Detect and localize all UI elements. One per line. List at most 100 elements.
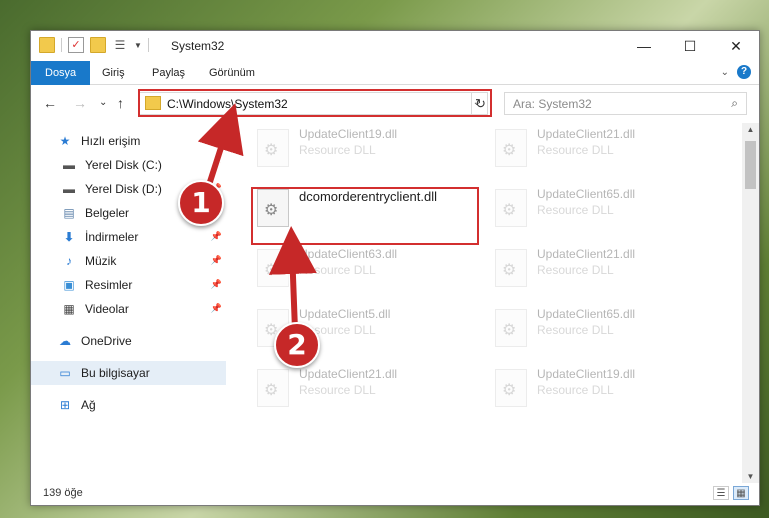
sidebar-item-this-pc[interactable]: ▭ Bu bilgisayar	[31, 361, 226, 385]
sidebar-item-network[interactable]: ⊞ Ağ	[31, 393, 226, 417]
callout-step-2: 2	[274, 322, 320, 368]
tab-giris[interactable]: Giriş	[102, 61, 125, 85]
tab-dosya[interactable]: Dosya	[31, 61, 91, 85]
file-item[interactable]: ⚙ UpdateClient21.dll Resource DLL	[465, 123, 695, 173]
gear-icon: ⚙	[502, 382, 517, 399]
ribbon-tabs: Dosya Giriş Paylaş Görünüm ⌄ ?	[31, 61, 759, 85]
pin-icon[interactable]: 📌	[211, 231, 222, 242]
new-folder-icon[interactable]	[90, 37, 106, 53]
recent-locations-icon[interactable]: ⌄	[99, 97, 107, 108]
file-highlight-box	[251, 187, 479, 245]
sidebar-item-label: Belgeler	[85, 206, 130, 220]
file-type: Resource DLL	[537, 143, 614, 157]
toolbar-dropdown-icon[interactable]: ▼	[134, 41, 142, 50]
back-arrow-icon[interactable]: ←	[43, 95, 57, 111]
sidebar-item-label: Hızlı erişim	[81, 134, 141, 148]
file-item[interactable]: ⚙ UpdateClient21.dll Resource DLL	[465, 243, 695, 293]
file-name: UpdateClient21.dll	[537, 127, 636, 141]
gear-icon: ⚙	[264, 382, 279, 399]
search-input[interactable]: Ara: System32 ⌕	[504, 92, 747, 115]
folder-icon	[39, 37, 55, 53]
file-name: UpdateClient65.dll	[537, 187, 636, 201]
drive-icon: ▬	[63, 182, 75, 196]
address-highlight-box	[138, 89, 492, 117]
scrollbar-thumb[interactable]	[745, 141, 756, 189]
file-item[interactable]: ⚙ UpdateClient21.dll Resource DLL	[227, 363, 457, 413]
scroll-up-icon[interactable]: ▲	[742, 125, 759, 134]
close-button[interactable]: ✕	[713, 31, 759, 61]
status-bar: 139 öğe ☰ ▦	[31, 483, 759, 505]
sidebar-item-videos[interactable]: ▦ Videolar 📌	[31, 297, 226, 321]
tiles-view-icon[interactable]: ▦	[733, 486, 749, 500]
file-item[interactable]: ⚙ UpdateClient63.dll Resource DLL	[227, 243, 457, 293]
file-item[interactable]: ⚙ UpdateClient65.dll Resource DLL	[465, 303, 695, 353]
dll-file-icon: ⚙	[495, 249, 527, 287]
cloud-icon: ☁	[59, 334, 71, 348]
star-icon: ★	[59, 134, 71, 148]
vertical-scrollbar[interactable]: ▲ ▼	[742, 123, 759, 483]
pin-icon[interactable]: 📌	[211, 159, 222, 170]
details-view-icon[interactable]: ☰	[713, 486, 729, 500]
minimize-button[interactable]: —	[621, 31, 667, 61]
file-type: Resource DLL	[537, 383, 614, 397]
sidebar-item-local-disk-c[interactable]: ▬ Yerel Disk (C:) 📌	[31, 153, 226, 177]
drive-icon: ▬	[63, 158, 75, 172]
expand-ribbon-icon[interactable]: ⌄	[721, 67, 729, 78]
properties-check-icon[interactable]: ✓	[68, 37, 84, 53]
forward-arrow-icon[interactable]: →	[73, 95, 87, 111]
sidebar-item-pictures[interactable]: ▣ Resimler 📌	[31, 273, 226, 297]
view-toggle: ☰ ▦	[713, 486, 749, 500]
download-icon: ⬇	[63, 230, 75, 244]
up-arrow-icon[interactable]: ↑	[117, 95, 124, 111]
sidebar-item-downloads[interactable]: ⬇ İndirmeler 📌	[31, 225, 226, 249]
dll-file-icon: ⚙	[257, 249, 289, 287]
pin-icon[interactable]: 📌	[211, 303, 222, 314]
customize-toolbar-icon[interactable]: ☰	[112, 37, 128, 53]
file-type: Resource DLL	[537, 323, 614, 337]
file-type: Resource DLL	[537, 203, 614, 217]
sidebar-item-label: Videolar	[85, 302, 129, 316]
search-icon[interactable]: ⌕	[731, 96, 738, 111]
computer-icon: ▭	[59, 366, 71, 380]
file-explorer-window: ✓ ☰ ▼ System32 — ☐ ✕ Dosya Giriş Paylaş …	[30, 30, 760, 506]
gear-icon: ⚙	[502, 262, 517, 279]
file-type: Resource DLL	[299, 383, 376, 397]
window-title: System32	[171, 39, 225, 53]
sidebar-item-label: Resimler	[85, 278, 133, 292]
gear-icon: ⚙	[264, 262, 279, 279]
file-name: UpdateClient19.dll	[299, 127, 398, 141]
dll-file-icon: ⚙	[257, 129, 289, 167]
music-icon: ♪	[66, 254, 72, 268]
pictures-icon: ▣	[63, 278, 75, 292]
pin-icon[interactable]: 📌	[211, 279, 222, 290]
tab-paylas[interactable]: Paylaş	[152, 61, 185, 85]
video-icon: ▦	[63, 302, 75, 316]
file-name: UpdateClient21.dll	[299, 367, 398, 381]
pin-icon[interactable]: 📌	[211, 255, 222, 266]
scroll-down-icon[interactable]: ▼	[742, 472, 759, 481]
file-type: Resource DLL	[299, 143, 376, 157]
file-type: Resource DLL	[537, 263, 614, 277]
navigation-pane: ★ Hızlı erişim ▬ Yerel Disk (C:) 📌 ▬ Yer…	[31, 123, 226, 483]
file-item[interactable]: ⚙ UpdateClient19.dll Resource DLL	[227, 123, 457, 173]
sidebar-item-label: İndirmeler	[85, 230, 139, 244]
callout-step-1: 1	[178, 180, 224, 226]
item-count: 139 öğe	[43, 487, 83, 499]
title-bar: ✓ ☰ ▼ System32 — ☐ ✕	[31, 31, 759, 61]
tab-gorunum[interactable]: Görünüm	[209, 61, 255, 85]
dll-file-icon: ⚙	[495, 189, 527, 227]
sidebar-item-label: Yerel Disk (C:)	[85, 158, 162, 172]
file-name: UpdateClient65.dll	[537, 307, 636, 321]
help-icon[interactable]: ?	[737, 65, 751, 79]
file-item[interactable]: ⚙ UpdateClient5.dll Resource DLL	[227, 303, 457, 353]
sidebar-item-onedrive[interactable]: ☁ OneDrive	[31, 329, 226, 353]
dll-file-icon: ⚙	[495, 129, 527, 167]
sidebar-item-label: Ağ	[81, 398, 96, 412]
file-item[interactable]: ⚙ UpdateClient65.dll Resource DLL	[465, 183, 695, 233]
maximize-button[interactable]: ☐	[667, 31, 713, 61]
search-placeholder: Ara: System32	[513, 97, 592, 111]
file-item[interactable]: ⚙ UpdateClient19.dll Resource DLL	[465, 363, 695, 413]
sidebar-item-quick-access[interactable]: ★ Hızlı erişim	[31, 129, 226, 153]
sidebar-item-music[interactable]: ♪ Müzik 📌	[31, 249, 226, 273]
ribbon-right-controls: ⌄ ?	[721, 65, 751, 79]
